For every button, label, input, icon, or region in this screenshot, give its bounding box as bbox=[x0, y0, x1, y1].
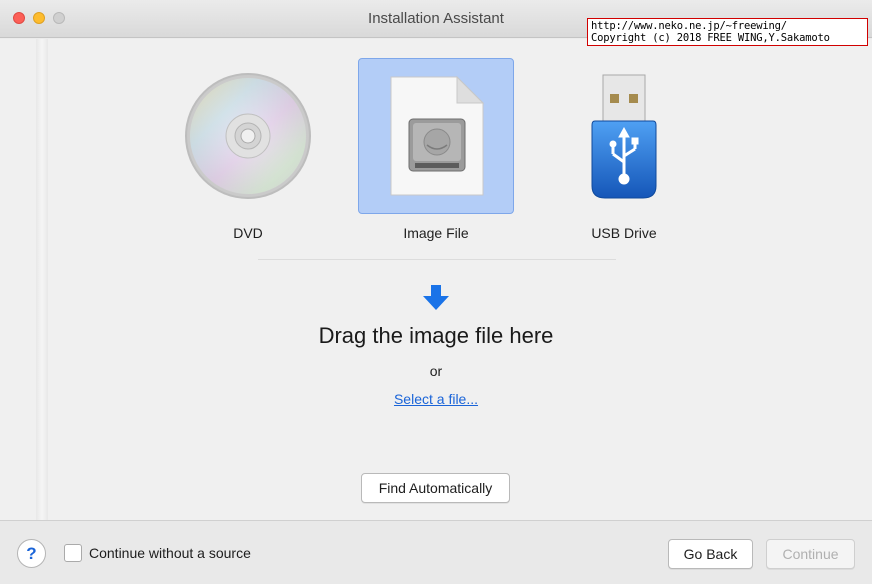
go-back-button[interactable]: Go Back bbox=[668, 539, 753, 569]
footer-bar: ? Continue without a source Go Back Cont… bbox=[0, 520, 872, 584]
watermark-url: http://www.neko.ne.jp/~freewing/ bbox=[591, 20, 787, 32]
source-option-dvd[interactable] bbox=[170, 58, 326, 214]
watermark-copyright: Copyright (c) 2018 FREE WING,Y.Sakamoto bbox=[591, 32, 830, 44]
image-file-icon bbox=[390, 75, 485, 196]
drop-zone-title: Drag the image file here bbox=[318, 323, 554, 348]
left-edge-strip bbox=[36, 39, 48, 584]
source-label-usb-drive: USB Drive bbox=[591, 225, 657, 241]
copyright-watermark: http://www.neko.ne.jp/~freewing/ Copyrig… bbox=[587, 18, 868, 46]
usb-drive-icon bbox=[591, 74, 657, 199]
continue-without-source-checkbox[interactable] bbox=[64, 544, 82, 562]
help-button[interactable]: ? bbox=[17, 539, 46, 568]
main-content: DVD Image File USB Drive Drag the image … bbox=[0, 39, 872, 520]
dvd-disc-icon bbox=[185, 73, 311, 199]
down-arrow-icon bbox=[423, 285, 449, 310]
find-automatically-button[interactable]: Find Automatically bbox=[361, 473, 510, 503]
drop-zone-or: or bbox=[429, 363, 443, 379]
source-option-usb-drive[interactable] bbox=[546, 58, 702, 214]
source-option-image-file[interactable] bbox=[358, 58, 514, 214]
continue-without-source-label[interactable]: Continue without a source bbox=[89, 545, 251, 561]
source-label-image-file: Image File bbox=[403, 225, 469, 241]
section-divider bbox=[258, 259, 616, 260]
continue-button[interactable]: Continue bbox=[766, 539, 855, 569]
installation-assistant-window: Installation Assistant DVD Image File US… bbox=[0, 0, 872, 584]
select-file-link[interactable]: Select a file... bbox=[0, 391, 872, 407]
source-label-dvd: DVD bbox=[233, 225, 263, 241]
